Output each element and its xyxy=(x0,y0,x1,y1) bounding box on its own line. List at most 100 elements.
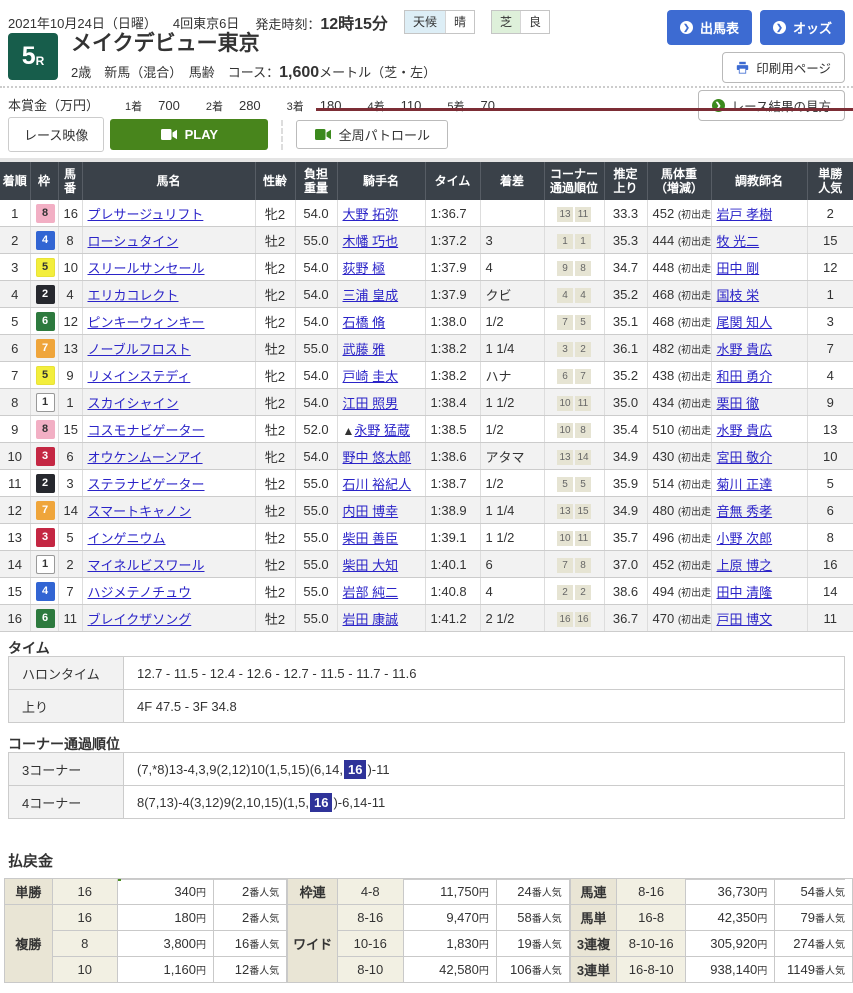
sex-age: 牡2 xyxy=(255,497,295,524)
jockey-link[interactable]: 武藤 雅 xyxy=(343,342,386,357)
jockey-link[interactable]: 戸崎 圭太 xyxy=(343,369,399,384)
horse-weight-note: (初出走) xyxy=(678,372,711,383)
payout-combination: 10 xyxy=(52,957,117,983)
jockey-link[interactable]: 柴田 大知 xyxy=(343,558,399,573)
trainer-link[interactable]: 菊川 正達 xyxy=(717,477,773,492)
horse-name-link[interactable]: インゲニウム xyxy=(88,531,166,546)
frame-number-badge: 1 xyxy=(36,393,55,412)
trainer-link[interactable]: 小野 次郎 xyxy=(717,531,773,546)
race-number-badge: 5R xyxy=(8,33,58,80)
horse-name-link[interactable]: スカイシャイン xyxy=(88,396,179,411)
payout-amount-value: 11,750 xyxy=(440,884,479,899)
result-row: 5612ピンキーウィンキー牝254.0石橋 脩1:38.01/27535.146… xyxy=(0,308,853,335)
trainer-link[interactable]: 田中 清隆 xyxy=(717,585,773,600)
horse-name-link[interactable]: ブレイクザソング xyxy=(88,612,192,627)
sex-age: 牡2 xyxy=(255,227,295,254)
jockey-cell: 戸崎 圭太 xyxy=(337,362,425,389)
horse-name-link[interactable]: コスモナビゲーター xyxy=(88,423,205,438)
sex-age: 牝2 xyxy=(255,308,295,335)
jockey-link[interactable]: 木幡 巧也 xyxy=(343,234,399,249)
payout-popularity: 274番人気 xyxy=(775,931,853,957)
payout-amount-value: 9,470 xyxy=(446,910,479,925)
jockey-link[interactable]: 石橋 脩 xyxy=(343,315,386,330)
payout-amount: 9,470円 xyxy=(403,905,496,931)
horse-name-link[interactable]: ハジメテノチュウ xyxy=(88,585,192,600)
horse-name-link[interactable]: オウケンムーンアイ xyxy=(88,450,203,465)
jockey-link[interactable]: 荻野 極 xyxy=(343,261,386,276)
horse-name-link[interactable]: プレサージュリフト xyxy=(88,207,204,222)
payout-amount-unit: 円 xyxy=(479,940,489,951)
jockey-link[interactable]: 江田 照男 xyxy=(343,396,399,411)
horse-name-link[interactable]: ピンキーウィンキー xyxy=(88,315,205,330)
trainer-link[interactable]: 上原 博之 xyxy=(717,558,773,573)
shutsuba-button[interactable]: ❯出馬表 xyxy=(667,10,752,45)
trainer-link[interactable]: 水野 貴広 xyxy=(717,423,773,438)
trainer-link[interactable]: 水野 貴広 xyxy=(717,342,773,357)
horse-name-link[interactable]: ローシュタイン xyxy=(88,234,179,249)
horse-weight-cell: 510 (初出走) xyxy=(647,416,711,443)
payout-row: 単勝16340円2番人気 xyxy=(5,879,287,905)
payout-popularity-unit: 番人気 xyxy=(249,940,279,951)
horse-name-link[interactable]: リメインステディ xyxy=(88,369,191,384)
result-row: 1412マイネルビスワール牡255.0柴田 大知1:40.167837.0452… xyxy=(0,551,853,578)
horse-name-link[interactable]: スマートキャノン xyxy=(88,504,192,519)
jockey-link[interactable]: 野中 悠太郎 xyxy=(343,450,412,465)
win-popularity: 1 xyxy=(807,281,853,308)
margin: 1/2 xyxy=(480,416,544,443)
win-popularity: 13 xyxy=(807,416,853,443)
patrol-video-button[interactable]: 全周パトロール xyxy=(296,120,448,149)
trainer-cell: 宮田 敬介 xyxy=(711,443,807,470)
trainer-link[interactable]: 和田 勇介 xyxy=(717,369,773,384)
horse-name-link[interactable]: マイネルビスワール xyxy=(88,558,205,573)
trainer-link[interactable]: 宮田 敬介 xyxy=(717,450,773,465)
carried-weight: 54.0 xyxy=(295,308,337,335)
trainer-link[interactable]: 岩戸 孝樹 xyxy=(717,207,773,222)
finish-time: 1:38.2 xyxy=(425,335,480,362)
print-page-button[interactable]: 印刷用ページ xyxy=(722,52,845,83)
odds-button[interactable]: ❯オッズ xyxy=(760,10,845,45)
payout-popularity-value: 16 xyxy=(235,936,249,951)
margin: クビ xyxy=(480,281,544,308)
time-row: 上り4F 47.5 - 3F 34.8 xyxy=(9,690,845,723)
trainer-link[interactable]: 戸田 博文 xyxy=(717,612,773,627)
trainer-link[interactable]: 栗田 徹 xyxy=(717,396,760,411)
horse-name-link[interactable]: スリールサンセール xyxy=(88,261,205,276)
trainer-link[interactable]: 尾関 知人 xyxy=(717,315,773,330)
horse-weight: 510 xyxy=(653,422,678,437)
horse-weight: 452 xyxy=(653,557,678,572)
jockey-link[interactable]: 岩田 康誠 xyxy=(343,612,399,627)
trainer-link[interactable]: 音無 秀孝 xyxy=(717,504,773,519)
jockey-link[interactable]: 永野 猛蔵 xyxy=(354,423,410,438)
trainer-link[interactable]: 牧 光二 xyxy=(717,234,760,249)
result-row: 1335インゲニウム牡255.0柴田 善臣1:39.11 1/2101135.7… xyxy=(0,524,853,551)
trainer-link[interactable]: 田中 剛 xyxy=(717,261,760,276)
race-video-button[interactable]: レース映像 xyxy=(8,117,104,152)
trainer-link[interactable]: 国枝 栄 xyxy=(717,288,760,303)
corner-position-3: 10 xyxy=(557,396,573,411)
jockey-link[interactable]: 内田 博幸 xyxy=(343,504,399,519)
horse-name-link[interactable]: ノーブルフロスト xyxy=(88,342,191,357)
jockey-link[interactable]: 石川 裕紀人 xyxy=(343,477,412,492)
column-header: コーナー 通過順位 xyxy=(544,160,604,200)
jockey-link[interactable]: 大野 拓弥 xyxy=(343,207,399,222)
horse-name-link[interactable]: エリカコレクト xyxy=(88,288,179,303)
jockey-link[interactable]: 三浦 皇成 xyxy=(343,288,399,303)
result-guide-button[interactable]: ❯レース結果の見方 xyxy=(698,90,845,121)
column-header: 馬体重 （増減） xyxy=(647,160,711,200)
horse-weight: 434 xyxy=(653,395,678,410)
horse-number: 14 xyxy=(58,497,82,524)
payout-combination: 16 xyxy=(52,879,117,905)
payout-amount-value: 3,800 xyxy=(163,936,196,951)
jockey-link[interactable]: 岩部 純二 xyxy=(343,585,399,600)
margin: 1 1/4 xyxy=(480,335,544,362)
horse-name-link[interactable]: ステラナビゲーター xyxy=(88,477,205,492)
play-button[interactable]: PLAY xyxy=(110,119,268,150)
horse-weight: 452 xyxy=(653,206,678,221)
corner-position-4: 14 xyxy=(575,450,591,465)
divider-dashed-vertical xyxy=(281,120,283,150)
horse-weight: 430 xyxy=(653,449,678,464)
win-popularity: 4 xyxy=(807,362,853,389)
carried-weight: 55.0 xyxy=(295,524,337,551)
corner-row-label: 3コーナー xyxy=(9,753,124,786)
jockey-link[interactable]: 柴田 善臣 xyxy=(343,531,399,546)
